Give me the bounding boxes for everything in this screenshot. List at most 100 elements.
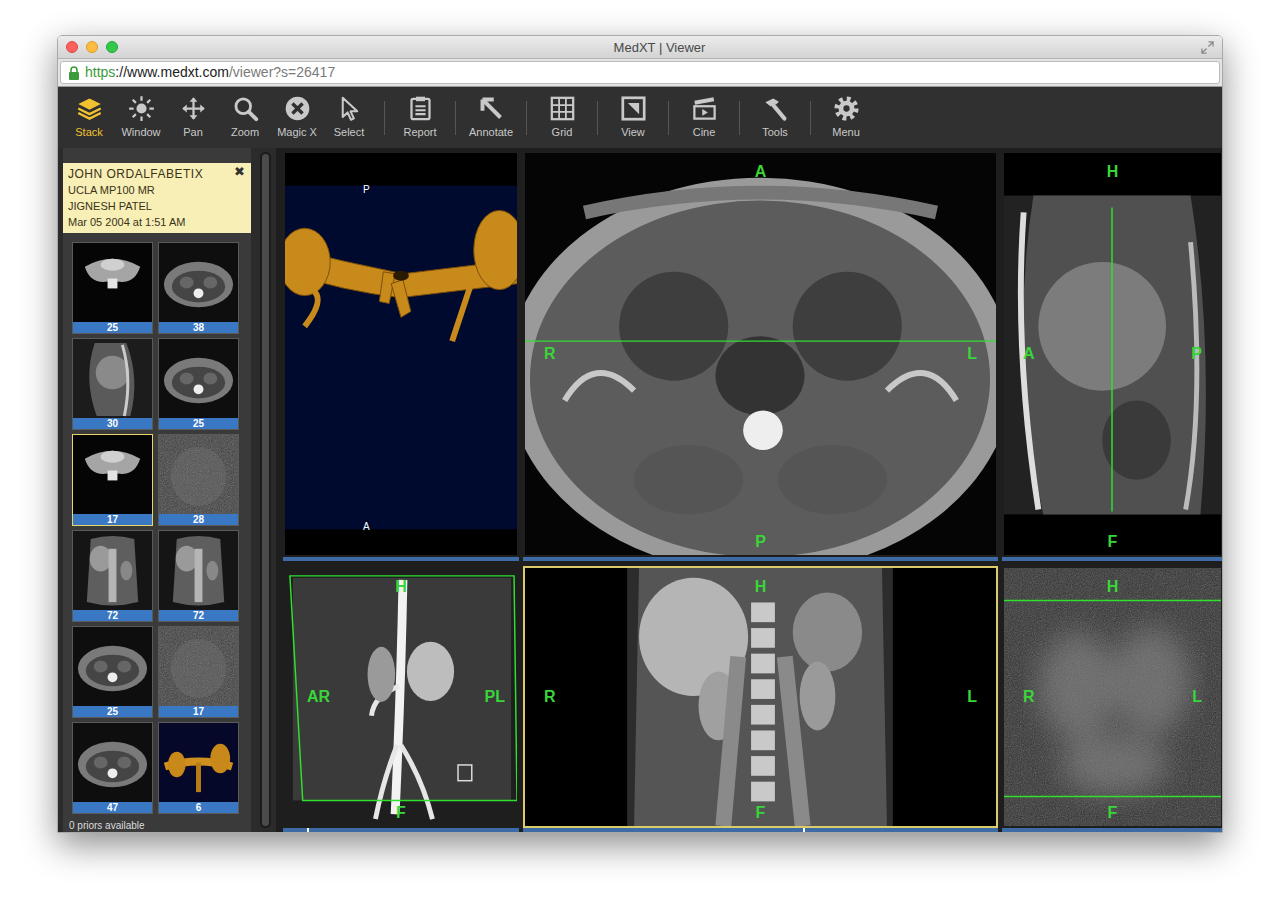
toolbar-separator [384, 101, 385, 135]
viewport[interactable]: HFRL [523, 566, 998, 828]
viewer-area: PAAPRLHFAPHFARPLHFRLHFRL [276, 148, 1222, 832]
toolbar-button[interactable]: Zoom [219, 87, 271, 148]
series-preview [73, 339, 152, 418]
patient-name: JOHN ORDALFABETIX [68, 166, 246, 182]
series-image-count: 30 [73, 418, 152, 429]
series-thumbnail[interactable]: 25 [158, 338, 239, 430]
medical-image [1004, 568, 1221, 826]
toolbar-button[interactable]: Grid [536, 87, 588, 148]
slice-scrollbar[interactable] [1002, 828, 1223, 832]
toolbar-label: Stack [75, 126, 103, 139]
series-thumbnail[interactable]: 47 [72, 722, 153, 814]
study-date: Mar 05 2004 at 1:51 AM [68, 214, 246, 230]
address-bar[interactable]: https://www.medxt.com/viewer?s=26417 [60, 61, 1220, 84]
series-thumbnails: 25383025172872722517476 [63, 233, 251, 814]
series-thumbnail[interactable]: 28 [158, 434, 239, 526]
toolbar-label: Annotate [469, 126, 513, 139]
minimize-button[interactable] [86, 41, 98, 53]
viewport-cell: PA [283, 151, 519, 561]
series-thumbnail[interactable]: 17 [72, 434, 153, 526]
url-host: ://www.medxt.com [115, 62, 229, 83]
slice-scrollbar[interactable] [523, 557, 998, 561]
series-image-count: 17 [159, 706, 238, 717]
series-thumbnail[interactable]: 25 [72, 626, 153, 718]
toolbar-separator [668, 101, 669, 135]
series-thumbnail[interactable]: 72 [158, 530, 239, 622]
close-patient-button[interactable]: ✖ [234, 164, 245, 180]
toolbar-label: View [621, 126, 645, 139]
orientation-label: A [1023, 346, 1035, 362]
series-preview [159, 531, 238, 610]
zoom-button[interactable] [106, 41, 118, 53]
toolbar-label: Tools [762, 126, 788, 139]
toolbar-button[interactable]: Pan [167, 87, 219, 148]
close-button[interactable] [66, 41, 78, 53]
window-controls [66, 41, 118, 53]
reference-lines [1004, 568, 1221, 826]
toolbar-button[interactable]: Window [115, 87, 167, 148]
series-thumbnail[interactable]: 17 [158, 626, 239, 718]
series-image-count: 28 [159, 514, 238, 525]
series-image-count: 25 [73, 322, 152, 333]
orientation-label: R [544, 689, 556, 705]
series-preview [159, 435, 238, 514]
orientation-label: L [967, 689, 977, 705]
viewport[interactable]: HFARPL [283, 566, 519, 828]
toolbar-button[interactable]: Cine [678, 87, 730, 148]
slice-scrollbar[interactable] [523, 828, 998, 832]
toolbar-label: Select [334, 126, 365, 139]
series-image-count: 72 [159, 610, 238, 621]
toolbar-button[interactable]: Tools [749, 87, 801, 148]
series-image-count: 6 [159, 802, 238, 813]
toolbar-button[interactable]: Annotate [465, 87, 517, 148]
toolbar-separator [810, 101, 811, 135]
series-thumbnail[interactable]: 38 [158, 242, 239, 334]
tools-icon [762, 95, 789, 122]
series-image-count: 72 [73, 610, 152, 621]
annotate-icon [478, 95, 505, 122]
toolbar-button[interactable]: View [607, 87, 659, 148]
window-title: MedXT | Viewer [118, 36, 1201, 59]
orientation-label: H [1004, 579, 1221, 595]
slice-position[interactable] [307, 828, 309, 832]
orientation-label: F [1004, 534, 1221, 550]
orientation-label: A [363, 521, 370, 533]
toolbar-button[interactable]: Stack [63, 87, 115, 148]
toolbar-button[interactable]: Report [394, 87, 446, 148]
toolbar-label: Zoom [231, 126, 259, 139]
pan-icon [180, 95, 207, 122]
slice-scrollbar[interactable] [1002, 557, 1223, 561]
toolbar-button[interactable]: Menu [820, 87, 872, 148]
series-thumbnail[interactable]: 6 [158, 722, 239, 814]
title-bar: MedXT | Viewer [58, 36, 1222, 59]
zoom-icon [232, 95, 259, 122]
series-preview [159, 243, 238, 322]
sidebar-scrollbar[interactable] [260, 152, 271, 828]
orientation-label: AR [307, 689, 330, 705]
slice-scrollbar[interactable] [283, 828, 519, 832]
viewport-cell: HFRL [1002, 566, 1223, 832]
fullscreen-icon[interactable] [1201, 41, 1214, 54]
series-thumbnail[interactable]: 30 [72, 338, 153, 430]
viewport[interactable]: HFRL [1002, 566, 1223, 828]
orientation-label: H [1004, 164, 1221, 180]
toolbar-button[interactable]: Select [323, 87, 375, 148]
scrollbar-thumb[interactable] [262, 154, 269, 826]
slice-scrollbar[interactable] [283, 557, 519, 561]
viewport[interactable]: APRL [523, 151, 998, 557]
toolbar-separator [597, 101, 598, 135]
series-thumbnail[interactable]: 25 [72, 242, 153, 334]
orientation-label: P [525, 534, 996, 550]
toolbar-button[interactable]: Magic X [271, 87, 323, 148]
slice-position[interactable] [803, 828, 805, 832]
series-preview [159, 339, 238, 418]
viewport[interactable]: HFAP [1002, 151, 1223, 557]
orientation-label: R [1023, 689, 1035, 705]
orientation-label: H [285, 579, 517, 595]
medical-image [525, 153, 996, 555]
series-preview [159, 723, 238, 802]
viewport[interactable]: PA [283, 151, 519, 557]
series-preview [73, 627, 152, 706]
toolbar-label: Cine [693, 126, 716, 139]
series-thumbnail[interactable]: 72 [72, 530, 153, 622]
